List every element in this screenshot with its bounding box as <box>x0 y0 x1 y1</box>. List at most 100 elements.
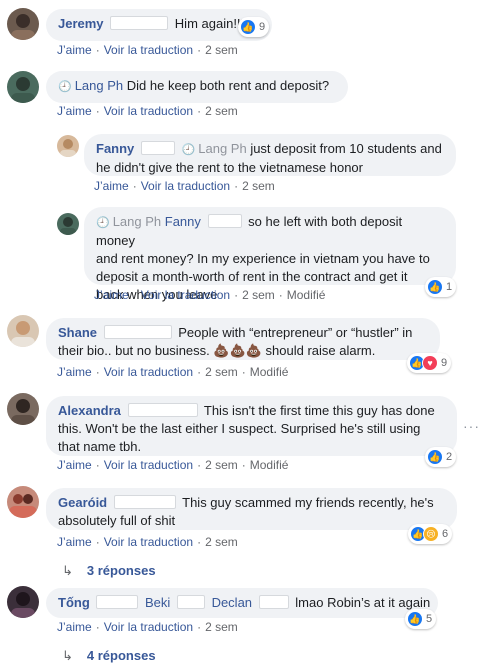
separator: · <box>197 104 202 118</box>
avatar[interactable] <box>7 315 39 347</box>
author-name[interactable]: Alexandra <box>58 403 121 418</box>
mention[interactable]: Lang Ph <box>198 141 246 156</box>
translate-link[interactable]: Voir la traduction <box>104 365 193 379</box>
avatar[interactable] <box>7 8 39 40</box>
author-name[interactable]: Lang Ph <box>113 214 161 229</box>
separator: · <box>95 365 100 379</box>
timestamp[interactable]: 2 sem <box>205 458 238 472</box>
avatar[interactable] <box>7 586 39 618</box>
redacted-name <box>258 595 289 609</box>
edited-label[interactable]: Modifié <box>250 458 289 472</box>
comment-text: lmao Robin’s at it again <box>295 595 431 610</box>
comment-actions: J’aime · Voir la traduction · 2 sem <box>57 43 238 57</box>
separator: · <box>241 458 246 472</box>
like-reaction-icon: 👍 <box>427 449 443 465</box>
reaction-summary[interactable]: 👍 1 <box>425 277 457 297</box>
separator: · <box>234 179 239 193</box>
timestamp[interactable]: 2 sem <box>205 535 238 549</box>
separator: · <box>197 458 202 472</box>
comment-actions: J’aime · Voir la traduction · 2 sem · Modifié <box>94 288 325 302</box>
avatar[interactable] <box>7 486 39 518</box>
redacted-name <box>113 495 176 509</box>
like-link[interactable]: J’aime <box>57 365 92 379</box>
comment-text: just deposit from 10 students and <box>250 141 442 156</box>
author-name[interactable]: Jeremy <box>58 16 104 31</box>
timestamp[interactable]: 2 sem <box>205 104 238 118</box>
separator: · <box>197 620 202 634</box>
clock-icon: 🕘 <box>58 81 72 93</box>
author-name[interactable]: Fanny <box>96 141 134 156</box>
separator: · <box>132 179 137 193</box>
reaction-summary[interactable]: 👍 9 <box>238 17 270 37</box>
view-replies-link[interactable]: ↳ 4 réponses <box>62 648 156 664</box>
translate-link[interactable]: Voir la traduction <box>141 179 230 193</box>
translate-link[interactable]: Voir la traduction <box>104 104 193 118</box>
edited-label[interactable]: Modifié <box>287 288 326 302</box>
avatar[interactable] <box>7 393 39 425</box>
comment-text: This isn't the first time this guy has d… <box>203 403 435 418</box>
comment-bubble: Gearóid This guy scammed my friends rece… <box>46 488 457 530</box>
reaction-summary[interactable]: 👍 5 <box>405 609 437 629</box>
reaction-count: 5 <box>426 613 433 625</box>
comment-text: that name tbh. <box>58 439 142 454</box>
comment-text: Did he keep both rent and deposit? <box>126 78 330 93</box>
separator: · <box>278 288 283 302</box>
view-replies-link[interactable]: ↳ 3 réponses <box>62 563 156 579</box>
author-name[interactable]: Tống <box>58 595 90 610</box>
timestamp[interactable]: 2 sem <box>205 365 238 379</box>
redacted-name <box>103 325 172 339</box>
timestamp[interactable]: 2 sem <box>205 43 238 57</box>
timestamp[interactable]: 2 sem <box>242 179 275 193</box>
like-link[interactable]: J’aime <box>94 179 129 193</box>
avatar[interactable] <box>57 213 79 235</box>
reaction-count: 9 <box>441 357 448 369</box>
mention[interactable]: Beki <box>145 595 170 610</box>
translate-link[interactable]: Voir la traduction <box>104 620 193 634</box>
comment-bubble: Tống Beki Declan lmao Robin’s at it agai… <box>46 588 438 618</box>
comment-text: deposit a month-worth of rent in the con… <box>96 269 408 284</box>
replies-count[interactable]: 3 réponses <box>87 563 156 578</box>
comment-actions: J’aime · Voir la traduction · 2 sem <box>57 535 238 549</box>
separator: · <box>95 43 100 57</box>
reaction-summary[interactable]: 👍 ♥ 9 <box>407 353 452 373</box>
mention[interactable]: Fanny <box>165 214 201 229</box>
redacted-name <box>140 141 175 155</box>
like-link[interactable]: J’aime <box>57 43 92 57</box>
avatar[interactable] <box>7 71 39 103</box>
author-name[interactable]: Lang Ph <box>75 78 123 93</box>
comment-actions: J’aime · Voir la traduction · 2 sem <box>57 620 238 634</box>
like-link[interactable]: J’aime <box>57 458 92 472</box>
redacted-name <box>176 595 205 609</box>
avatar[interactable] <box>57 135 79 157</box>
author-name[interactable]: Gearóid <box>58 495 107 510</box>
reaction-summary[interactable]: 👍 2 <box>425 447 457 467</box>
translate-link[interactable]: Voir la traduction <box>104 535 193 549</box>
reaction-summary[interactable]: 👍 😢 6 <box>408 524 453 544</box>
timestamp[interactable]: 2 sem <box>242 288 275 302</box>
timestamp[interactable]: 2 sem <box>205 620 238 634</box>
like-link[interactable]: J’aime <box>94 288 129 302</box>
like-link[interactable]: J’aime <box>57 620 92 634</box>
reaction-count: 1 <box>446 281 453 293</box>
like-link[interactable]: J’aime <box>57 104 92 118</box>
comment-bubble: 🕘 Lang Ph Did he keep both rent and depos… <box>46 71 348 103</box>
more-options-icon[interactable]: ··· <box>463 418 480 434</box>
separator: · <box>95 620 100 634</box>
reply-arrow-icon: ↳ <box>62 563 73 578</box>
translate-link[interactable]: Voir la traduction <box>104 458 193 472</box>
clock-icon: 🕘 <box>96 217 110 229</box>
replies-count[interactable]: 4 réponses <box>87 648 156 663</box>
reaction-count: 2 <box>446 451 453 463</box>
mention[interactable]: Declan <box>212 595 252 610</box>
separator: · <box>197 365 202 379</box>
comment-text: People with “entrepreneur” or “hustler” … <box>178 325 413 340</box>
edited-label[interactable]: Modifié <box>250 365 289 379</box>
author-name[interactable]: Shane <box>58 325 97 340</box>
comment-text: absolutely full of shit <box>58 513 176 528</box>
translate-link[interactable]: Voir la traduction <box>104 43 193 57</box>
love-reaction-icon: ♥ <box>422 355 438 371</box>
separator: · <box>234 288 239 302</box>
like-link[interactable]: J’aime <box>57 535 92 549</box>
translate-link[interactable]: Voir la traduction <box>141 288 230 302</box>
reaction-count: 6 <box>442 528 449 540</box>
